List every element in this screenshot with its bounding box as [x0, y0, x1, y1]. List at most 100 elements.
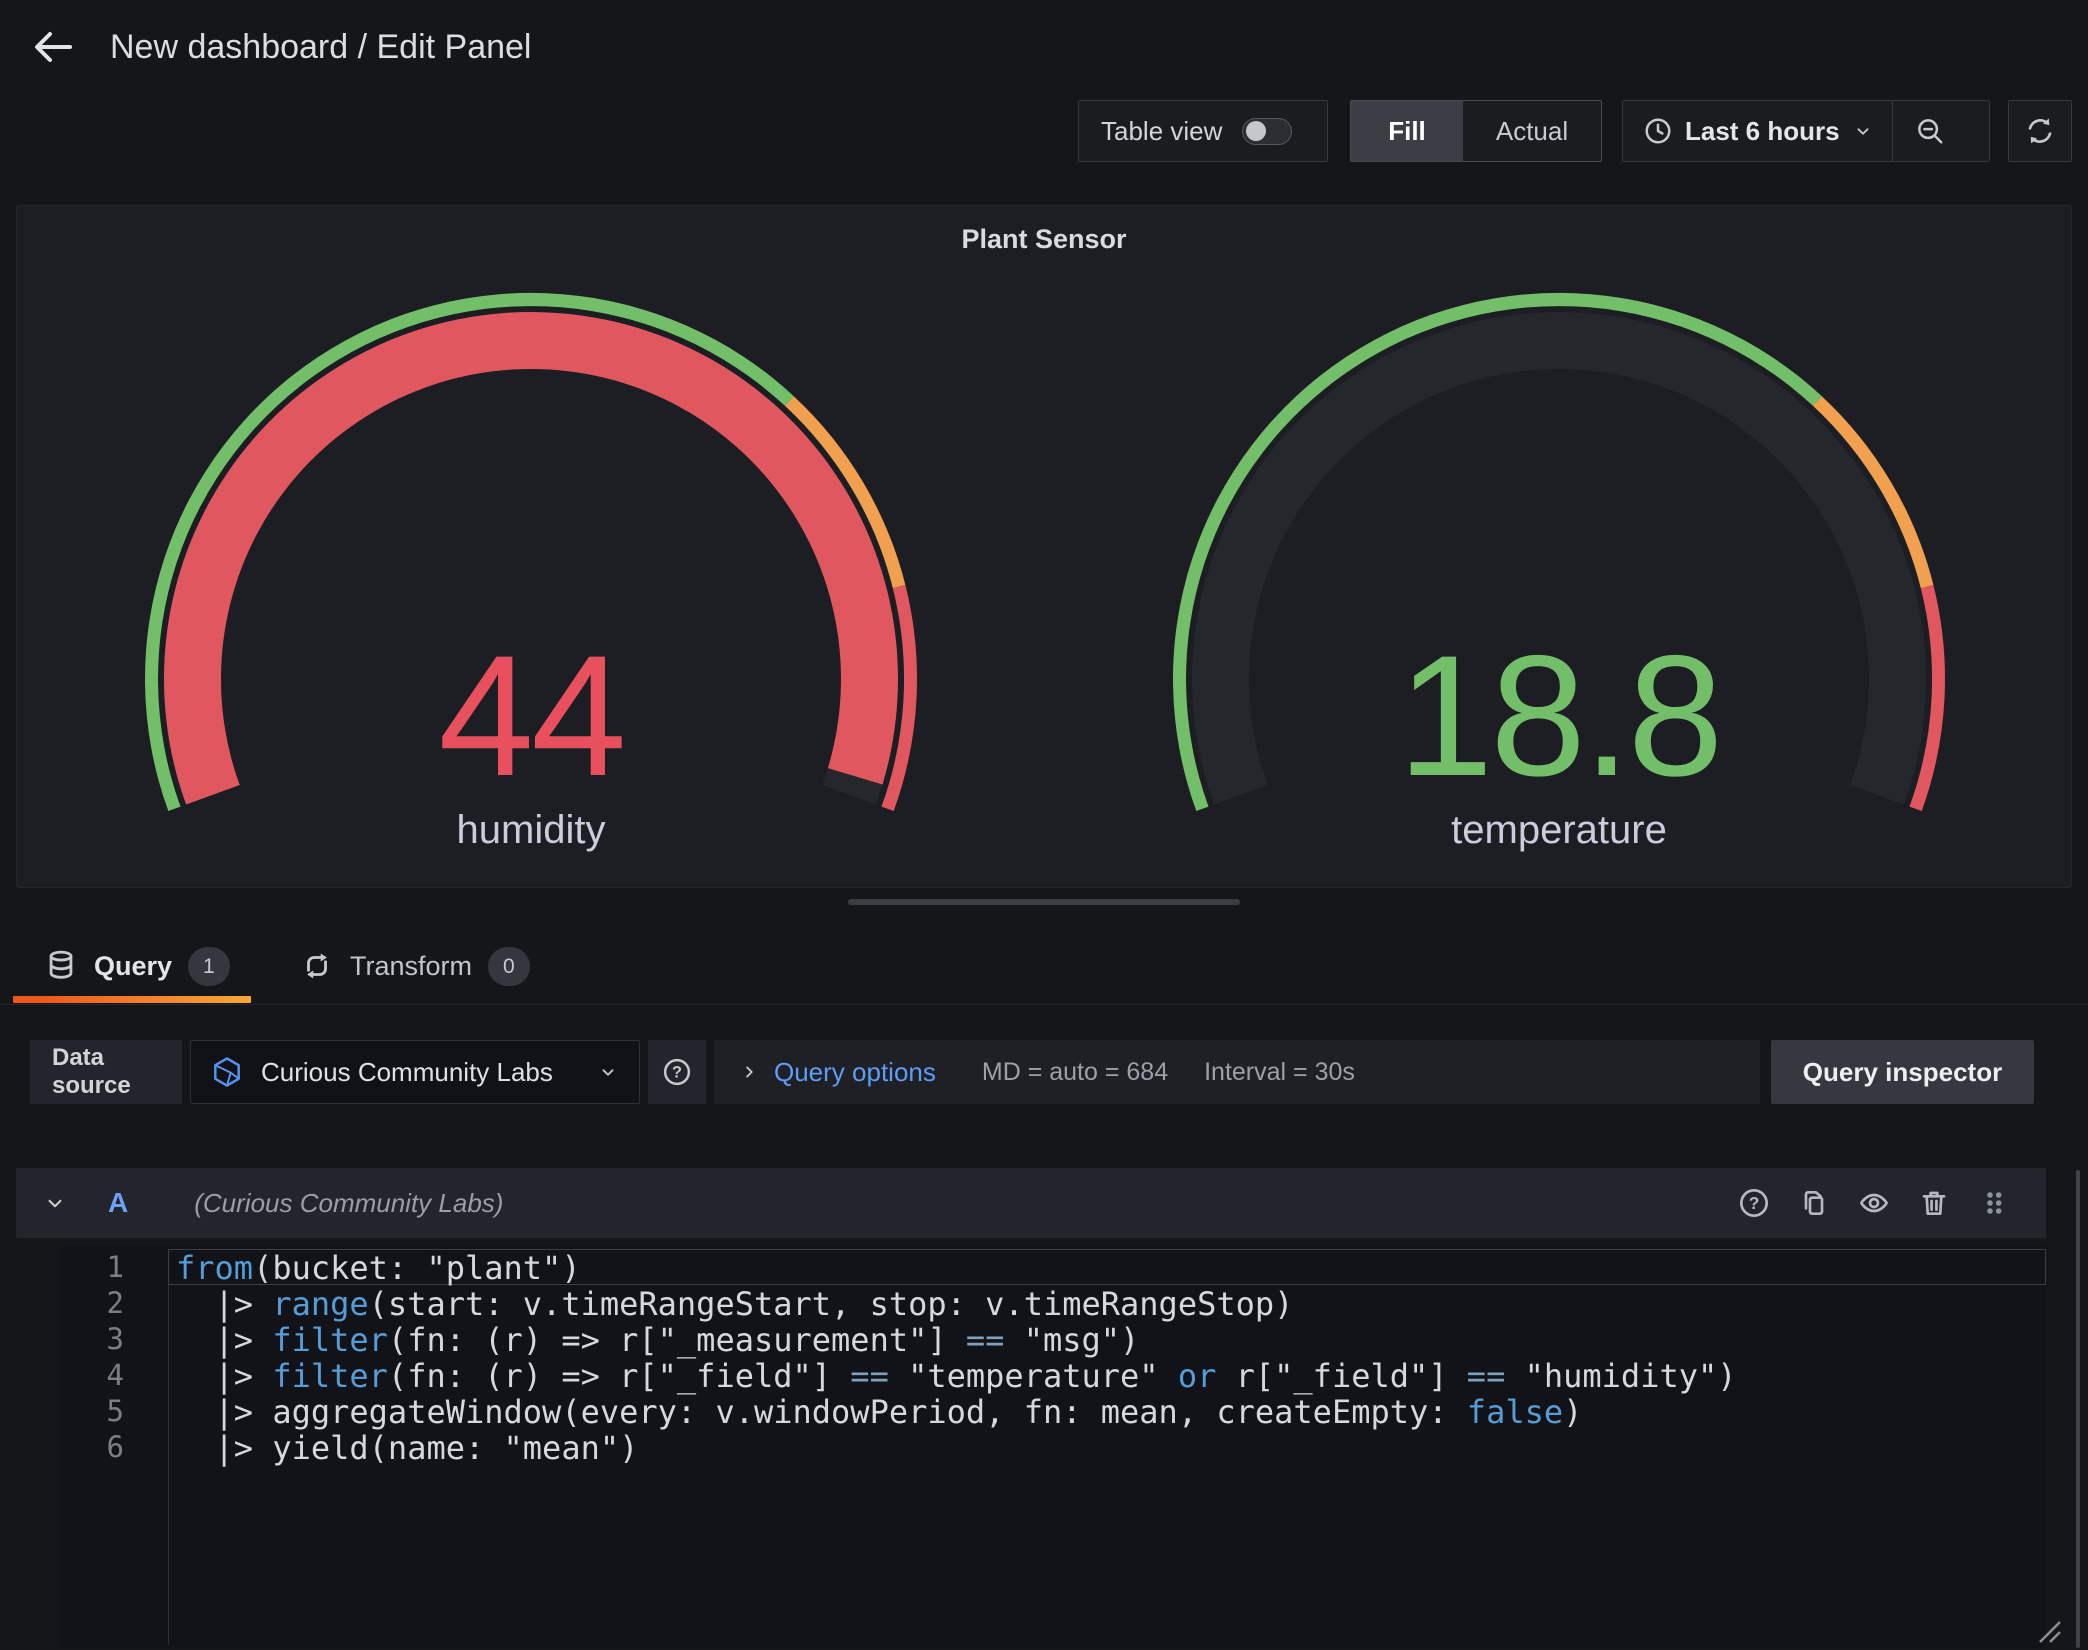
datasource-picker[interactable]: Curious Community Labs — [190, 1040, 640, 1104]
code-token[interactable]: |> — [176, 1285, 272, 1323]
code-token[interactable]: (start: v.timeRangeStart, stop: v.timeRa… — [369, 1285, 1294, 1323]
code-token[interactable]: (bucket: "plant") — [253, 1249, 581, 1287]
panel-preview: Plant Sensor 44 humidity 18.8 temperatur… — [16, 205, 2072, 888]
gauge-humidity-label: humidity — [17, 807, 1045, 853]
editor-tabs: Query 1 Transform 0 — [0, 936, 2088, 1005]
code-token[interactable]: "msg") — [1004, 1321, 1139, 1359]
code-token[interactable]: |> yield(name: "mean") — [176, 1429, 638, 1467]
datasource-label: Data source — [30, 1040, 182, 1104]
refresh-button[interactable] — [2008, 100, 2072, 162]
time-picker-group: Last 6 hours — [1622, 100, 1990, 162]
toggle-knob — [1246, 121, 1266, 141]
code-line[interactable]: 5 |> aggregateWindow(every: v.windowPeri… — [60, 1393, 2046, 1429]
table-view-label: Table view — [1101, 116, 1222, 147]
help-circle-icon[interactable]: ? — [1738, 1187, 1770, 1219]
page-title: New dashboard / Edit Panel — [110, 28, 531, 67]
code-line-text[interactable]: |> filter(fn: (r) => r["_field"] == "tem… — [168, 1357, 2046, 1393]
code-line-text[interactable]: |> filter(fn: (r) => r["_measurement"] =… — [168, 1321, 2046, 1357]
fill-button[interactable]: Fill — [1351, 101, 1463, 161]
line-number: 3 — [60, 1321, 168, 1357]
query-inspector-button[interactable]: Query inspector — [1771, 1040, 2034, 1104]
code-line[interactable]: 4 |> filter(fn: (r) => r["_field"] == "t… — [60, 1357, 2046, 1393]
query-datasource-hint: (Curious Community Labs) — [194, 1188, 503, 1219]
chevron-down-icon[interactable] — [42, 1190, 68, 1216]
code-token[interactable]: false — [1467, 1393, 1563, 1431]
code-token[interactable]: == — [850, 1357, 889, 1395]
code-line[interactable]: 2 |> range(start: v.timeRangeStart, stop… — [60, 1285, 2046, 1321]
code-line[interactable]: 6 |> yield(name: "mean") — [60, 1429, 2046, 1465]
max-data-points-value: MD = auto = 684 — [982, 1058, 1168, 1087]
actual-button[interactable]: Actual — [1463, 101, 1601, 161]
query-ref-id: A — [108, 1187, 128, 1219]
clock-icon — [1643, 116, 1673, 146]
datasource-selected: Curious Community Labs — [261, 1057, 579, 1088]
copy-icon[interactable] — [1798, 1187, 1830, 1219]
tab-query-count: 1 — [188, 947, 230, 986]
resize-grip[interactable] — [2028, 1610, 2064, 1646]
code-token[interactable]: from — [176, 1249, 253, 1287]
interval-value: Interval = 30s — [1204, 1058, 1355, 1087]
database-icon — [44, 949, 78, 983]
help-circle-icon: ? — [662, 1057, 692, 1087]
line-number: 6 — [60, 1429, 168, 1465]
code-token[interactable]: |> — [176, 1321, 272, 1359]
code-token[interactable]: or — [1178, 1357, 1217, 1395]
zoom-out-button[interactable] — [1893, 101, 1967, 161]
sync-icon — [2024, 115, 2056, 147]
code-line-text[interactable]: |> yield(name: "mean") — [168, 1429, 2046, 1465]
gauge-temperature-value: 18.8 — [1045, 626, 2073, 806]
transform-icon — [300, 949, 334, 983]
back-button[interactable] — [30, 24, 76, 70]
tab-transform-count: 0 — [488, 947, 530, 986]
query-row-header[interactable]: A (Curious Community Labs) ? — [16, 1168, 2046, 1238]
time-range-picker[interactable]: Last 6 hours — [1623, 101, 1892, 161]
code-line-text[interactable]: from(bucket: "plant") — [168, 1249, 2046, 1285]
tab-query[interactable]: Query 1 — [44, 936, 230, 996]
code-lines: 1from(bucket: "plant")2 |> range(start: … — [60, 1249, 2046, 1465]
line-number: 1 — [60, 1249, 168, 1285]
arrow-left-icon — [30, 24, 76, 70]
eye-icon[interactable] — [1858, 1187, 1890, 1219]
gauge-humidity-value: 44 — [17, 626, 1045, 806]
query-options-bar: Query options MD = auto = 684 Interval =… — [714, 1040, 1760, 1104]
fill-actual-group: Fill Actual — [1350, 100, 1602, 162]
code-token[interactable]: filter — [272, 1321, 388, 1359]
table-view-toggle[interactable] — [1242, 118, 1292, 145]
code-token[interactable]: filter — [272, 1357, 388, 1395]
code-token[interactable]: (fn: (r) => r["_measurement"] — [388, 1321, 966, 1359]
pane-resize-handle[interactable] — [848, 899, 1240, 905]
code-token[interactable]: r["_field"] — [1216, 1357, 1466, 1395]
magnifier-minus-icon — [1915, 116, 1945, 146]
chevron-right-icon — [738, 1061, 760, 1083]
drag-handle-icon[interactable] — [1978, 1187, 2010, 1219]
grafana-edit-panel: New dashboard / Edit Panel Table view Fi… — [0, 0, 2088, 1650]
code-line-text[interactable]: |> range(start: v.timeRangeStart, stop: … — [168, 1285, 2046, 1321]
pane-splitter[interactable] — [2076, 1170, 2080, 1648]
active-tab-underline — [13, 996, 251, 1003]
tab-transform-label: Transform — [350, 951, 472, 982]
code-token[interactable]: |> aggregateWindow(every: v.windowPeriod… — [176, 1393, 1467, 1431]
code-token[interactable]: "temperature" — [889, 1357, 1178, 1395]
svg-text:?: ? — [672, 1064, 682, 1082]
flux-query-editor[interactable]: 1from(bucket: "plant")2 |> range(start: … — [60, 1246, 2046, 1648]
trash-icon[interactable] — [1918, 1187, 1950, 1219]
query-options-toggle[interactable]: Query options — [774, 1057, 936, 1088]
datasource-help-button[interactable]: ? — [648, 1040, 706, 1104]
time-range-label: Last 6 hours — [1685, 116, 1840, 147]
table-view-group: Table view — [1078, 100, 1328, 162]
line-number: 4 — [60, 1357, 168, 1393]
gauge-temperature-label: temperature — [1045, 807, 2073, 853]
tab-transform[interactable]: Transform 0 — [300, 936, 530, 996]
code-line[interactable]: 1from(bucket: "plant") — [60, 1249, 2046, 1285]
code-line[interactable]: 3 |> filter(fn: (r) => r["_measurement"]… — [60, 1321, 2046, 1357]
code-token[interactable]: |> — [176, 1357, 272, 1395]
code-token[interactable]: "humidity") — [1505, 1357, 1736, 1395]
code-token[interactable]: ) — [1563, 1393, 1582, 1431]
code-token[interactable]: == — [1467, 1357, 1506, 1395]
code-token[interactable]: (fn: (r) => r["_field"] — [388, 1357, 850, 1395]
code-token[interactable]: == — [966, 1321, 1005, 1359]
svg-text:?: ? — [1749, 1193, 1760, 1213]
code-token[interactable]: range — [272, 1285, 368, 1323]
gauge-humidity: 44 humidity — [17, 206, 1045, 889]
code-line-text[interactable]: |> aggregateWindow(every: v.windowPeriod… — [168, 1393, 2046, 1429]
